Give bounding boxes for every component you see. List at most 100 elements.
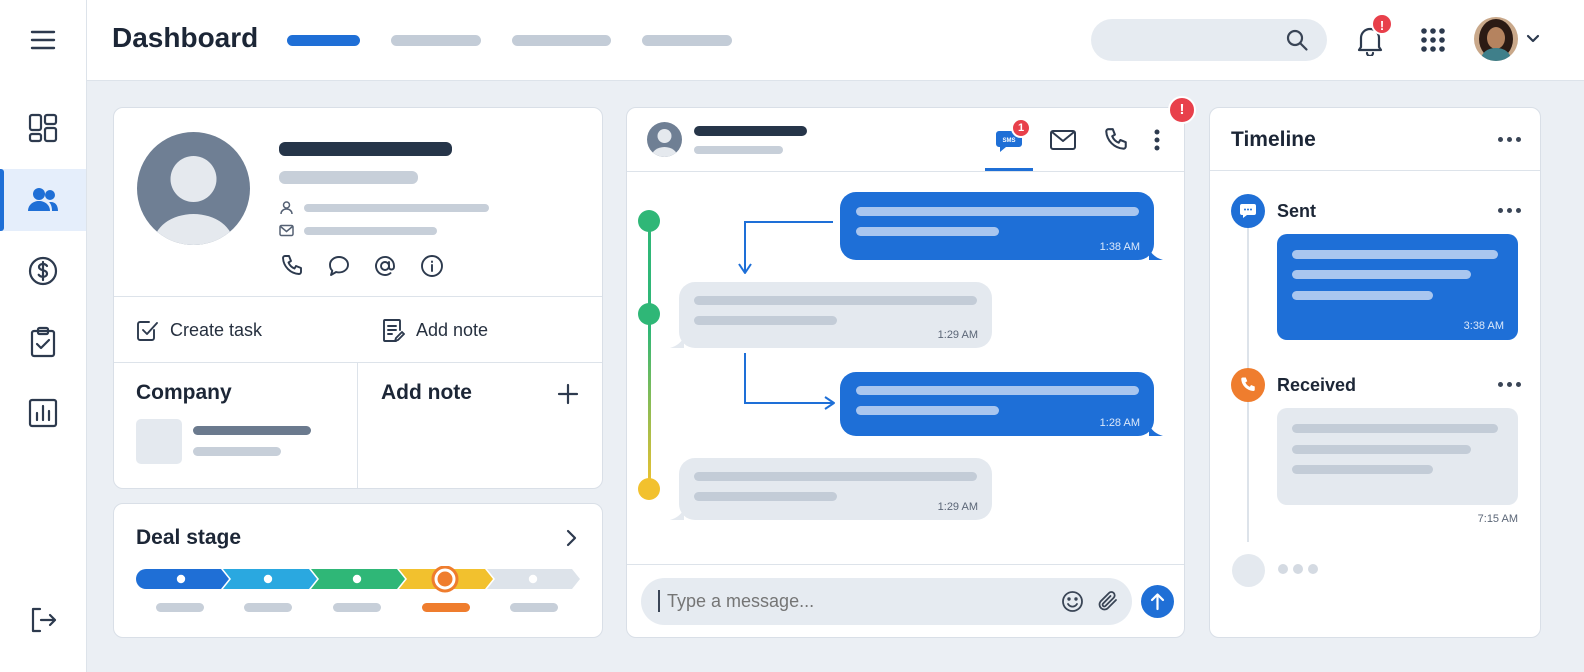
person-icon xyxy=(280,201,293,215)
stage-3[interactable] xyxy=(311,569,405,612)
conversation-alert-badge: ! xyxy=(1168,96,1196,124)
sms-label: SMS xyxy=(1002,138,1016,144)
sent-event-time: 3:38 AM xyxy=(1463,320,1504,332)
logout-icon[interactable] xyxy=(0,589,86,651)
email-icon[interactable] xyxy=(1049,128,1077,152)
message-line xyxy=(694,472,977,481)
timeline-heading: Timeline xyxy=(1231,128,1316,151)
bar-chart-icon[interactable] xyxy=(0,382,86,444)
conversation-panel: SMS 1 ! 1:38 AM 1:29 AM 1:28 AM 1:29 AM … xyxy=(626,96,1196,638)
side-nav-rail xyxy=(0,0,87,672)
deal-stage-heading: Deal stage xyxy=(136,526,242,549)
more-horizontal-icon[interactable] xyxy=(1498,137,1521,142)
note-icon xyxy=(383,319,405,342)
contact-subtitle xyxy=(279,171,418,184)
message-incoming[interactable]: 1:29 AM xyxy=(670,282,992,348)
loading-placeholder xyxy=(1232,554,1265,587)
deal-stage-pipeline xyxy=(136,566,580,612)
divider xyxy=(114,362,602,363)
tab-2[interactable] xyxy=(391,35,481,46)
divider xyxy=(114,296,602,297)
create-task-button[interactable]: Create task xyxy=(136,318,336,346)
conversation-avatar xyxy=(647,122,682,157)
menu-icon[interactable] xyxy=(0,9,86,71)
clipboard-check-icon[interactable] xyxy=(0,311,86,373)
contacts-icon[interactable] xyxy=(0,169,86,231)
received-event-time: 7:15 AM xyxy=(1477,513,1518,525)
company-name xyxy=(193,426,311,435)
sms-badge: 1 xyxy=(1011,118,1031,138)
plus-icon[interactable] xyxy=(557,383,579,405)
add-note-heading: Add note xyxy=(381,381,472,404)
tab-3[interactable] xyxy=(512,35,611,46)
conversation-contact-sub xyxy=(694,146,783,154)
stage-1[interactable] xyxy=(136,569,229,612)
stage-2[interactable] xyxy=(223,569,317,612)
apps-grid-icon[interactable] xyxy=(1420,27,1446,58)
sent-event-label: Sent xyxy=(1277,201,1317,221)
event-line xyxy=(1292,465,1433,474)
message-line xyxy=(694,296,977,305)
stage-5[interactable] xyxy=(487,569,580,612)
phone-icon[interactable] xyxy=(280,254,304,278)
company-logo xyxy=(136,419,182,464)
dollar-icon[interactable] xyxy=(0,240,86,302)
received-event-card[interactable] xyxy=(1277,408,1518,505)
message-time: 1:29 AM xyxy=(937,329,978,341)
message-input[interactable] xyxy=(667,586,1047,617)
message-outgoing[interactable]: 1:38 AM xyxy=(840,192,1163,260)
add-note-button[interactable]: Add note xyxy=(382,318,582,346)
event-line xyxy=(1292,250,1498,259)
attachment-icon[interactable] xyxy=(1097,589,1119,613)
tab-4[interactable] xyxy=(642,35,732,46)
contact-avatar xyxy=(137,132,250,245)
sent-event-card[interactable]: 3:38 AM xyxy=(1277,234,1518,340)
phone-call-icon[interactable] xyxy=(1103,127,1129,153)
contact-name xyxy=(279,142,452,156)
notification-badge: ! xyxy=(1371,13,1393,35)
stage-4-current[interactable] xyxy=(399,566,493,612)
message-composer[interactable] xyxy=(641,578,1132,625)
info-icon[interactable] xyxy=(420,254,444,278)
search-icon[interactable] xyxy=(1285,28,1309,52)
company-detail xyxy=(193,447,281,456)
message-line xyxy=(856,227,999,236)
tab-active[interactable] xyxy=(287,35,360,46)
send-button[interactable] xyxy=(1141,585,1174,618)
add-note-label: Add note xyxy=(416,320,489,340)
mail-small-icon xyxy=(279,224,294,237)
company-heading: Company xyxy=(136,381,232,404)
text-cursor xyxy=(658,590,660,612)
message-time: 1:38 AM xyxy=(1099,241,1140,253)
loading-dots xyxy=(1278,564,1318,574)
conversation-contact-name xyxy=(694,126,807,136)
message-line xyxy=(856,406,999,415)
chat-icon[interactable] xyxy=(327,254,351,278)
message-incoming[interactable]: 1:29 AM xyxy=(670,458,992,520)
message-outgoing[interactable]: 1:28 AM xyxy=(840,372,1163,436)
more-horizontal-icon[interactable] xyxy=(1498,208,1521,213)
event-line xyxy=(1292,270,1471,279)
emoji-icon[interactable] xyxy=(1061,590,1084,613)
contact-owner xyxy=(304,204,489,212)
event-line xyxy=(1292,424,1498,433)
at-sign-icon[interactable] xyxy=(373,254,397,278)
avatar[interactable] xyxy=(1474,17,1518,61)
message-time: 1:29 AM xyxy=(937,501,978,513)
chevron-down-icon[interactable] xyxy=(1525,31,1541,52)
chevron-right-icon[interactable] xyxy=(563,528,579,548)
more-vertical-icon[interactable] xyxy=(1153,128,1161,152)
divider xyxy=(357,362,358,488)
message-time: 1:28 AM xyxy=(1099,417,1140,429)
message-line xyxy=(694,492,837,501)
received-event-icon xyxy=(1231,368,1265,402)
send-arrow-icon xyxy=(1150,593,1165,611)
event-line xyxy=(1292,445,1471,454)
create-task-label: Create task xyxy=(170,320,263,340)
checkbox-icon xyxy=(137,321,158,341)
tab-sms[interactable]: SMS 1 xyxy=(985,118,1033,172)
dashboard-icon[interactable] xyxy=(0,97,86,159)
search-input[interactable] xyxy=(1091,19,1327,61)
more-horizontal-icon[interactable] xyxy=(1498,382,1521,387)
message-line xyxy=(856,207,1139,216)
